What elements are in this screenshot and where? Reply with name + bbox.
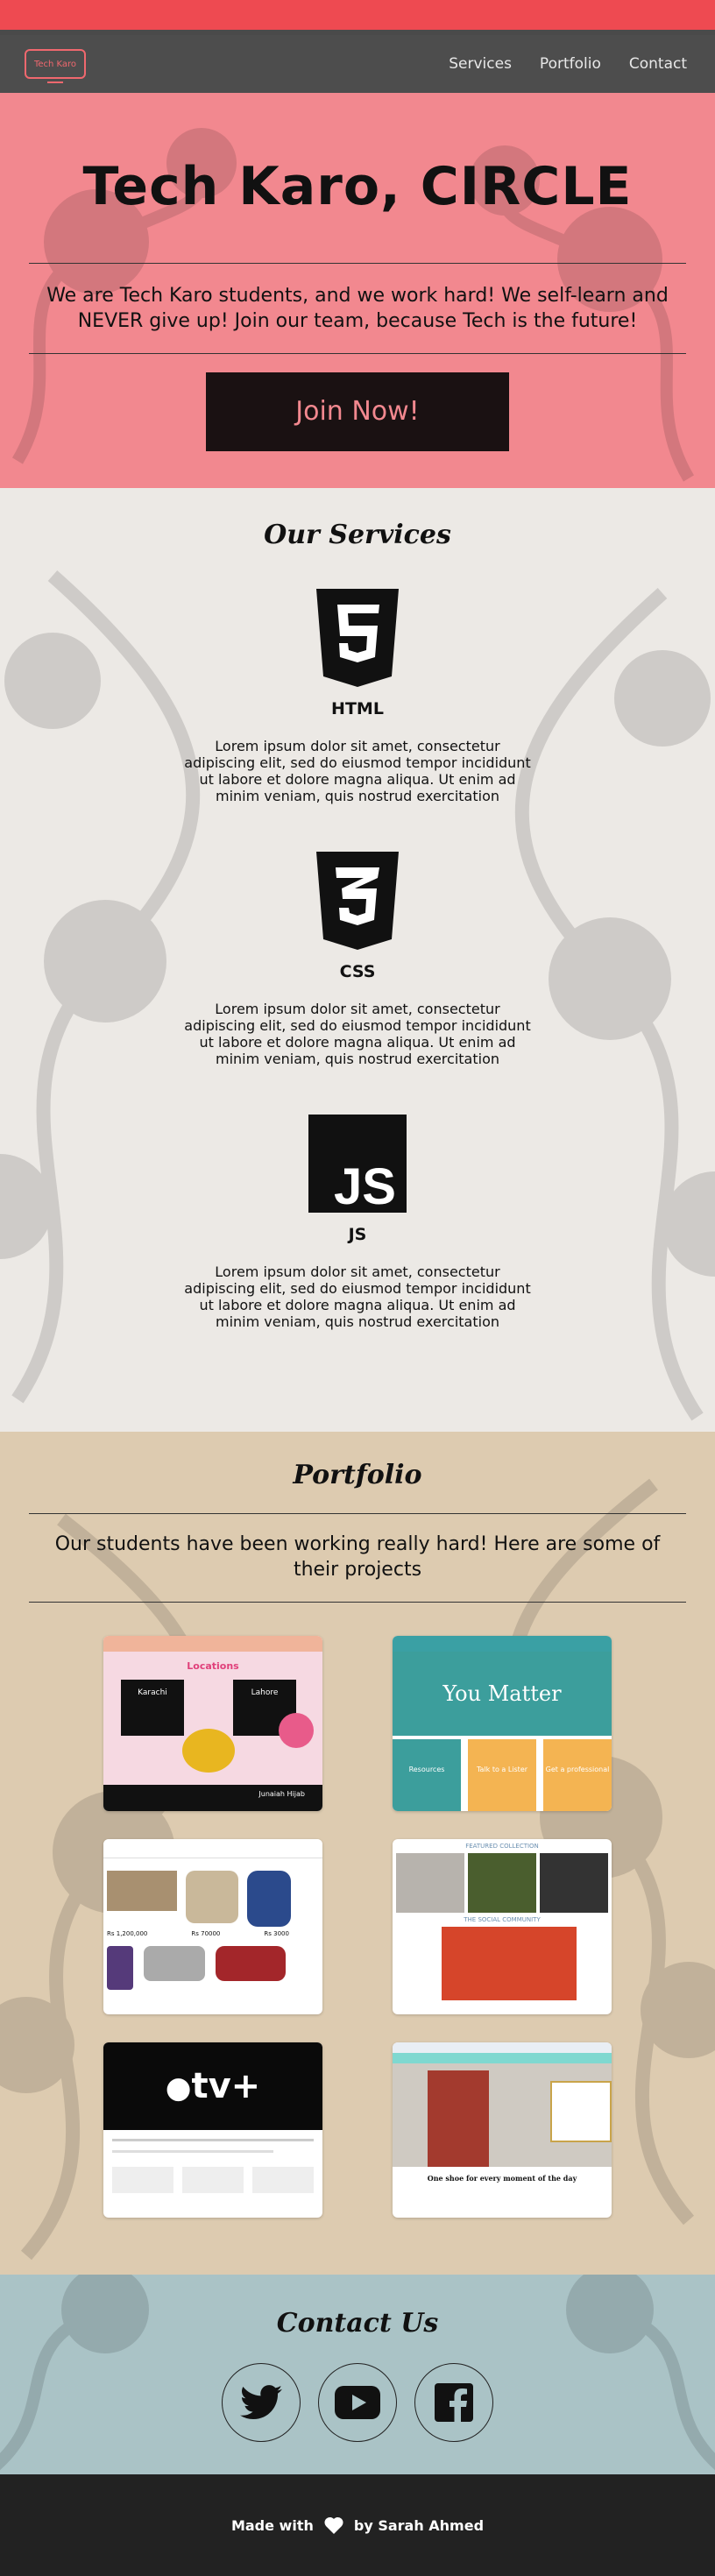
thumb-headline: Locations [187, 1660, 239, 1672]
thumb-headline: ●tv+ [103, 2042, 322, 2130]
divider [29, 353, 686, 354]
thumb-header-bar [393, 1636, 612, 1652]
hero-tagline: We are Tech Karo students, and we work h… [46, 285, 669, 332]
services-section: Our Services HTML Lorem ipsum dolor sit … [0, 488, 715, 1432]
portfolio-grid: Locations Karachi Lahore Junaiah Hijab Y… [103, 1636, 612, 2218]
project-thumbnail-you-matter[interactable]: You Matter Resources Talk to a Lister Ge… [393, 1636, 612, 1811]
nav-link-portfolio[interactable]: Portfolio [526, 55, 615, 73]
thumb-header-bar [393, 2042, 612, 2053]
portfolio-lead: Our students have been working really ha… [54, 1533, 661, 1581]
navbar: Tech Karo Services Portfolio Contact [0, 35, 715, 93]
footer: Made with by Sarah Ahmed [0, 2474, 715, 2576]
thumb-headline: You Matter [393, 1652, 612, 1736]
logo-text: Tech Karo [33, 59, 77, 69]
nav-link-services[interactable]: Services [435, 55, 526, 73]
thumb-header-bar [103, 1636, 322, 1652]
service-item: JS JS Lorem ipsum dolor sit amet, consec… [0, 1115, 715, 1330]
services-title: Our Services [264, 520, 451, 550]
logo[interactable]: Tech Karo [25, 49, 86, 83]
service-description: Lorem ipsum dolor sit amet, consectetur … [184, 1263, 531, 1330]
divider [29, 1602, 686, 1603]
nav-links: Services Portfolio Contact [435, 55, 701, 73]
service-name: CSS [339, 962, 376, 981]
footer-author: by Sarah Ahmed [353, 2516, 485, 2534]
service-name: HTML [331, 699, 384, 718]
service-item: HTML Lorem ipsum dolor sit amet, consect… [0, 589, 715, 804]
portfolio-title: Portfolio [293, 1460, 422, 1490]
facebook-button[interactable] [414, 2363, 493, 2442]
project-thumbnail-shoes[interactable]: One shoe for every moment of the day [393, 2042, 612, 2218]
contact-section: Contact Us [0, 2275, 715, 2474]
svg-text:JS: JS [334, 1158, 396, 1213]
hero-title: Tech Karo, CIRCLE [82, 156, 633, 217]
service-name: JS [348, 1225, 367, 1244]
divider [29, 1513, 686, 1514]
html5-icon [0, 589, 715, 687]
thumb-footer: Junaiah Hijab [103, 1785, 322, 1811]
divider [29, 263, 686, 264]
youtube-button[interactable] [318, 2363, 397, 2442]
youtube-icon [335, 2386, 380, 2419]
footer-made-with: Made with [230, 2516, 314, 2534]
project-thumbnail-apple-tv[interactable]: ●tv+ [103, 2042, 322, 2218]
contact-title: Contact Us [276, 2308, 439, 2339]
service-description: Lorem ipsum dolor sit amet, consectetur … [184, 1001, 531, 1067]
js-icon: JS [0, 1115, 715, 1213]
hero-section: Tech Karo, CIRCLE We are Tech Karo stude… [0, 93, 715, 488]
social-links [0, 2363, 715, 2442]
apple-icon: ● [165, 2070, 192, 2105]
project-thumbnail-classifieds[interactable]: Rs 1,200,000 Rs 70000 Rs 3000 [103, 1839, 322, 2014]
thumb-header-bar [103, 1839, 322, 1858]
project-thumbnail-locations[interactable]: Locations Karachi Lahore Junaiah Hijab [103, 1636, 322, 1811]
css3-icon [0, 852, 715, 950]
portfolio-section: Portfolio Our students have been working… [0, 1432, 715, 2275]
facebook-icon [435, 2383, 473, 2422]
twitter-icon [240, 2385, 282, 2419]
project-thumbnail-fashion[interactable]: FEATURED COLLECTION THE SOCIAL COMMUNITY [393, 1839, 612, 2014]
join-now-button[interactable]: Join Now! [206, 372, 509, 451]
service-item: CSS Lorem ipsum dolor sit amet, consecte… [0, 852, 715, 1067]
heart-icon [324, 2516, 343, 2534]
top-accent-strip [0, 0, 715, 35]
service-description: Lorem ipsum dolor sit amet, consectetur … [184, 738, 531, 804]
thumb-city-card: Karachi [121, 1680, 184, 1736]
twitter-button[interactable] [222, 2363, 301, 2442]
nav-link-contact[interactable]: Contact [615, 55, 701, 73]
